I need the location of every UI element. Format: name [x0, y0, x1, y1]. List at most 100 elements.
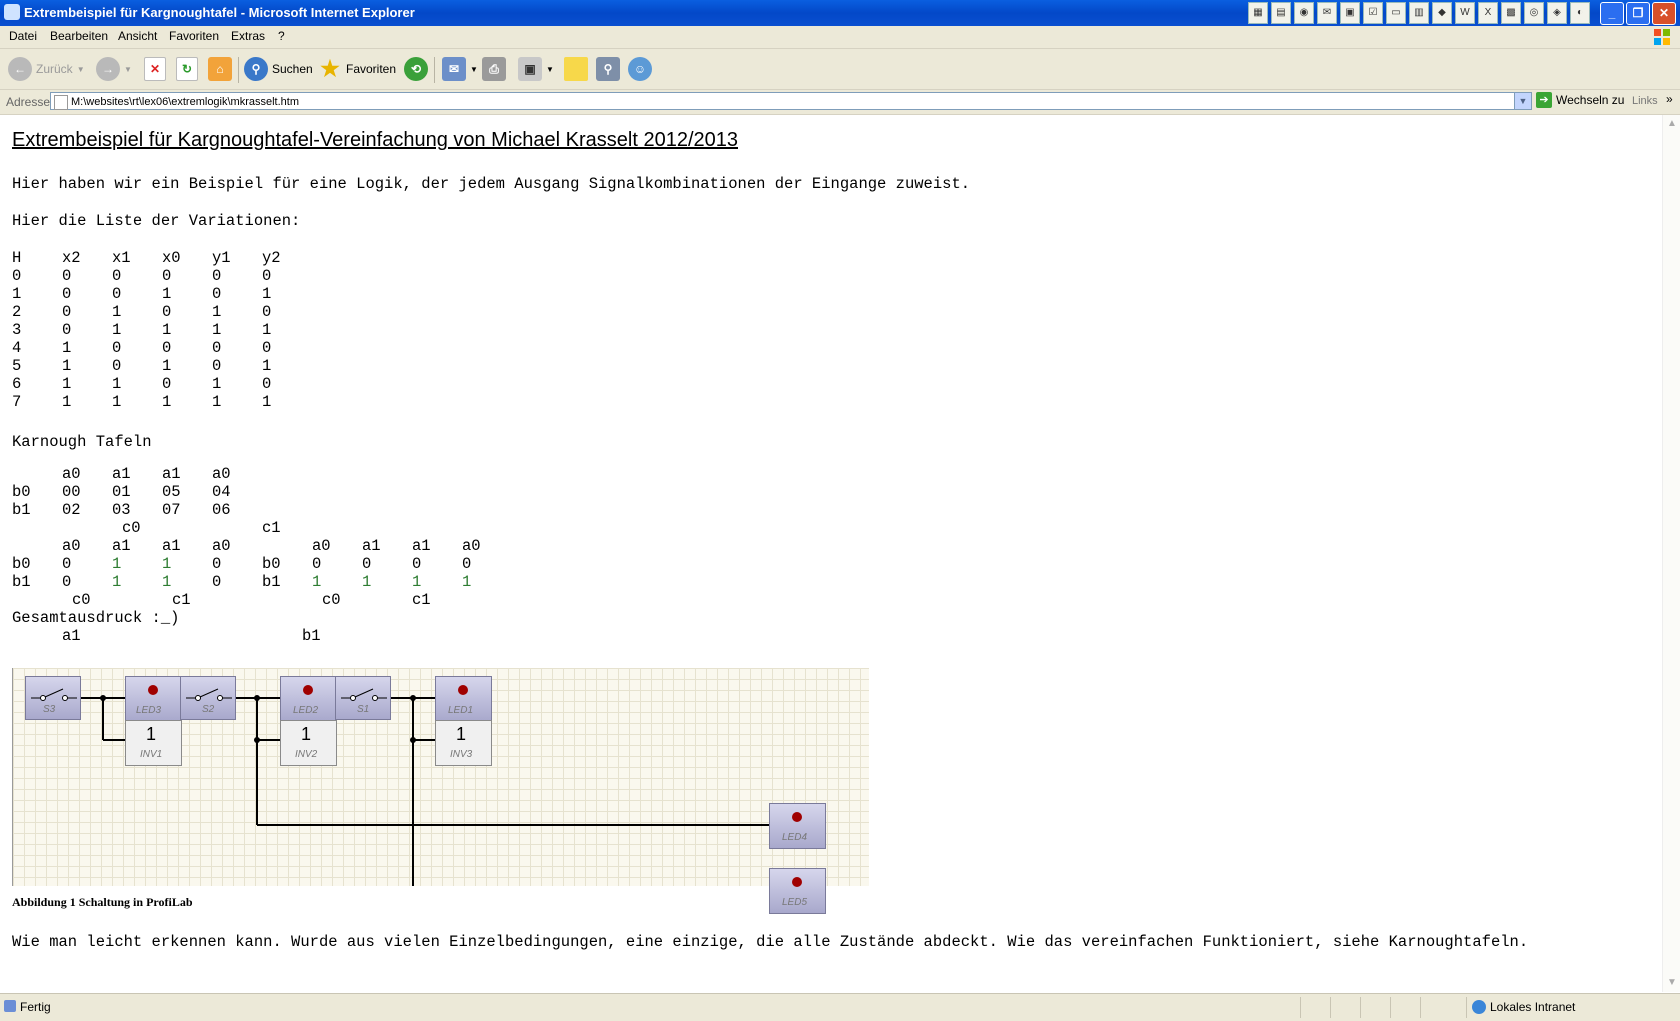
table-cell: 0 [262, 303, 272, 321]
tray-icon[interactable]: ▦ [1248, 2, 1268, 24]
go-button[interactable]: ➔ Wechseln zu [1536, 92, 1624, 108]
go-arrow-icon: ➔ [1536, 92, 1552, 108]
inv-symbol: 1 [456, 724, 467, 744]
table-cell: 4 [12, 339, 22, 357]
table-cell: 7 [12, 393, 22, 411]
table-row: 5 1 0 1 0 1 [12, 357, 332, 375]
table-header-cell: x0 [162, 249, 181, 267]
menu-item-help[interactable]: ? [278, 29, 285, 43]
tray-icon[interactable]: ☑ [1363, 2, 1383, 24]
home-button[interactable]: ⌂ [208, 55, 232, 83]
window-controls: _ ❐ ✕ [1600, 2, 1676, 25]
table-row: 7 1 1 1 1 1 [12, 393, 332, 411]
page-done-icon [4, 1000, 16, 1012]
k2-cell: 0 [462, 555, 472, 573]
tray-icon[interactable]: ▭ [1386, 2, 1406, 24]
k2-cell: 1 [462, 573, 472, 591]
mail-icon[interactable]: ✉ [1317, 2, 1337, 24]
links-button[interactable]: Links [1632, 95, 1658, 107]
dropdown-arrow-icon[interactable]: ▼ [124, 65, 132, 74]
menu-item-favoriten[interactable]: Favoriten [169, 29, 219, 43]
excel-icon[interactable]: X [1478, 2, 1498, 24]
tray-icon[interactable]: ◈ [1547, 2, 1567, 24]
research-button[interactable]: ⚲ [596, 55, 620, 83]
close-icon[interactable]: ✕ [1652, 2, 1676, 25]
search-label: Suchen [272, 62, 313, 76]
k2-cell: 0 [412, 555, 422, 573]
scroll-up-icon[interactable]: ▲ [1664, 116, 1680, 132]
menu-item-ansicht[interactable]: Ansicht [118, 29, 157, 43]
discuss-button[interactable] [564, 55, 588, 83]
mail-button[interactable]: ✉ ▼ [442, 55, 478, 83]
dropdown-arrow-icon[interactable]: ▼ [546, 65, 554, 74]
stop-button[interactable]: ✕ [144, 55, 166, 83]
word-icon[interactable]: W [1455, 2, 1475, 24]
maximize-icon[interactable]: ❐ [1626, 2, 1650, 25]
tray-icon[interactable]: ◉ [1294, 2, 1314, 24]
k2-cell: 0 [212, 555, 222, 573]
status-divider [1390, 997, 1391, 1018]
history-button[interactable]: ⟲ [404, 55, 428, 83]
menu-item-extras[interactable]: Extras [231, 29, 265, 43]
menu-item-bearbeiten[interactable]: Bearbeiten [50, 29, 108, 43]
k2-head: a1 [412, 537, 431, 555]
status-divider [1330, 997, 1331, 1018]
k2-cell: 0 [312, 555, 322, 573]
k2-cell: 1 [162, 555, 172, 573]
table-cell: 6 [12, 375, 22, 393]
inv-label: INV2 [295, 749, 318, 760]
switch-label: S1 [357, 704, 370, 715]
k-cell: 03 [112, 501, 131, 519]
dropdown-arrow-icon[interactable]: ▼ [470, 65, 478, 74]
tray-icon[interactable]: ▣ [1340, 2, 1360, 24]
table-cell: 0 [162, 267, 172, 285]
address-input[interactable]: M:\websites\rt\lex06\extremlogik\mkrasse… [50, 92, 1532, 110]
edit-button[interactable]: ▣ ▼ [518, 55, 554, 83]
k2-cell: 1 [162, 573, 172, 591]
table-cell: 0 [62, 285, 72, 303]
menu-item-datei[interactable]: Datei [9, 29, 37, 43]
forward-button[interactable]: → ▼ [96, 55, 132, 83]
k-head: a1 [162, 465, 181, 483]
k-head: a1 [112, 465, 131, 483]
minimize-icon[interactable]: _ [1600, 2, 1624, 25]
table-header-cell: x1 [112, 249, 131, 267]
k2-head: a0 [462, 537, 481, 555]
table-cell: 0 [162, 339, 172, 357]
intro-text: Hier haben wir ein Beispiel für eine Log… [12, 175, 971, 193]
refresh-button[interactable]: ↻ [176, 55, 198, 83]
address-url[interactable]: M:\websites\rt\lex06\extremlogik\mkrasse… [71, 96, 299, 108]
vertical-scrollbar[interactable]: ▲ ▼ [1662, 115, 1680, 992]
table-cell: 0 [262, 267, 272, 285]
tray-icon[interactable]: ◎ [1524, 2, 1544, 24]
tray-icon[interactable]: ◆ [1432, 2, 1452, 24]
print-button[interactable]: ⎙ [482, 55, 506, 83]
chevron-down-icon[interactable]: ▼ [1514, 93, 1531, 109]
edit-icon: ▣ [518, 57, 542, 81]
table-cell: 0 [112, 357, 122, 375]
star-icon: ★ [320, 56, 340, 81]
windows-logo-icon [1654, 29, 1670, 45]
back-button[interactable]: ← Zurück ▼ [8, 55, 85, 83]
led5: LED5 [769, 868, 826, 914]
note-icon [564, 57, 588, 81]
k2-foot: c1 [172, 591, 191, 609]
favorites-button[interactable]: ★ Favoriten [318, 55, 396, 83]
scroll-down-icon[interactable]: ▼ [1664, 975, 1680, 991]
k-c1-label: c1 [262, 519, 281, 537]
messenger-button[interactable]: ☺ [628, 55, 652, 83]
tray-icon[interactable]: ▤ [1271, 2, 1291, 24]
tray-icon[interactable]: ◐ [1570, 2, 1590, 24]
search-button[interactable]: ⚲ Suchen [244, 55, 313, 83]
chevron-right-icon[interactable]: » [1666, 92, 1673, 106]
inv1: 1 INV1 [125, 720, 182, 766]
status-divider [1420, 997, 1421, 1018]
gesamt-a: a1 [62, 627, 81, 645]
tray-icon[interactable]: ▥ [1409, 2, 1429, 24]
table-cell: 0 [112, 285, 122, 303]
tray-icon[interactable]: ▩ [1501, 2, 1521, 24]
k2-cell: 0 [62, 555, 72, 573]
zone-text: Lokales Intranet [1490, 1000, 1576, 1014]
dropdown-arrow-icon[interactable]: ▼ [77, 65, 85, 74]
k2-head: a1 [162, 537, 181, 555]
